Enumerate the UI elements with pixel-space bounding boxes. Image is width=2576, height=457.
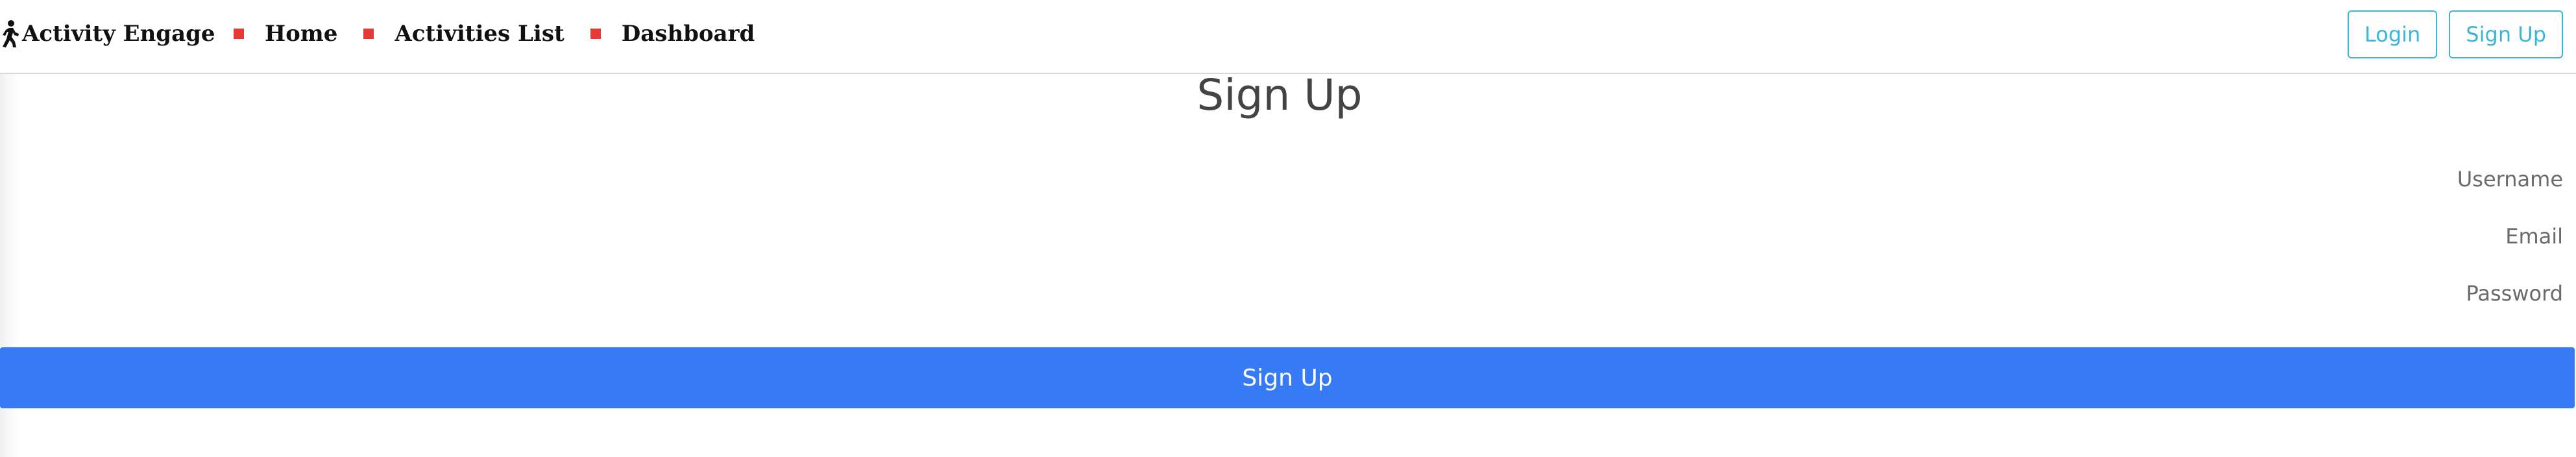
nav-item-label: Dashboard bbox=[621, 21, 755, 47]
nav-item-label: Activities List bbox=[395, 21, 565, 47]
main-nav: Home Activities List Dashboard bbox=[234, 16, 781, 52]
nav-item-label: Home bbox=[265, 21, 338, 47]
square-bullet-icon bbox=[234, 29, 244, 39]
username-field[interactable] bbox=[2044, 160, 2563, 199]
person-walking-icon bbox=[0, 19, 19, 48]
signup-nav-button[interactable]: Sign Up bbox=[2449, 10, 2563, 58]
navbar: Activity Engage Home Activities List Das… bbox=[0, 0, 2576, 74]
email-field[interactable] bbox=[2044, 217, 2563, 256]
brand-name: Activity Engage bbox=[22, 21, 215, 47]
nav-item-dashboard[interactable]: Dashboard bbox=[590, 21, 755, 47]
brand[interactable]: Activity Engage bbox=[0, 16, 215, 52]
nav-item-activities-list[interactable]: Activities List bbox=[363, 21, 565, 47]
nav-item-home[interactable]: Home bbox=[234, 21, 337, 47]
login-button[interactable]: Login bbox=[2347, 10, 2438, 58]
signup-submit-button[interactable]: Sign Up bbox=[0, 347, 2575, 408]
square-bullet-icon bbox=[590, 29, 601, 39]
square-bullet-icon bbox=[363, 29, 374, 39]
page-title: Sign Up bbox=[1197, 70, 1363, 120]
auth-buttons: Login Sign Up bbox=[2347, 10, 2563, 58]
password-field[interactable] bbox=[2044, 274, 2563, 313]
